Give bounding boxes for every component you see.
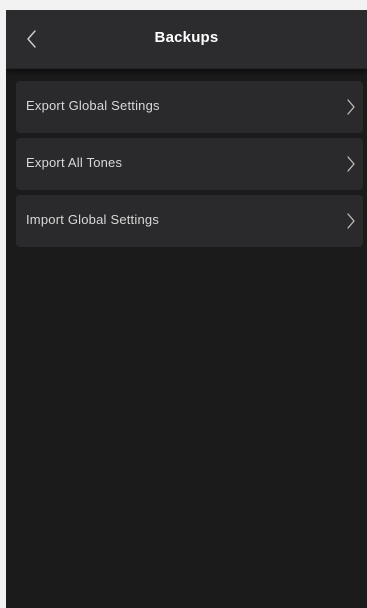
chevron-right-icon xyxy=(345,212,357,230)
import-global-settings-row[interactable]: Import Global Settings xyxy=(16,195,363,247)
backups-list: Export Global Settings Export All Tones … xyxy=(16,81,363,252)
export-global-settings-row[interactable]: Export Global Settings xyxy=(16,81,363,133)
page-title: Backups xyxy=(154,29,219,46)
row-label: Import Global Settings xyxy=(26,212,160,227)
export-all-tones-row[interactable]: Export All Tones xyxy=(16,138,363,190)
nav-header: Backups xyxy=(6,10,367,69)
row-label: Export Global Settings xyxy=(26,98,160,113)
chevron-right-icon xyxy=(345,98,357,116)
back-button[interactable] xyxy=(20,25,46,53)
app-screen: Backups Export Global Settings Export Al… xyxy=(6,10,367,608)
chevron-left-icon xyxy=(20,25,46,53)
row-label: Export All Tones xyxy=(26,155,123,170)
chevron-right-icon xyxy=(345,155,357,173)
